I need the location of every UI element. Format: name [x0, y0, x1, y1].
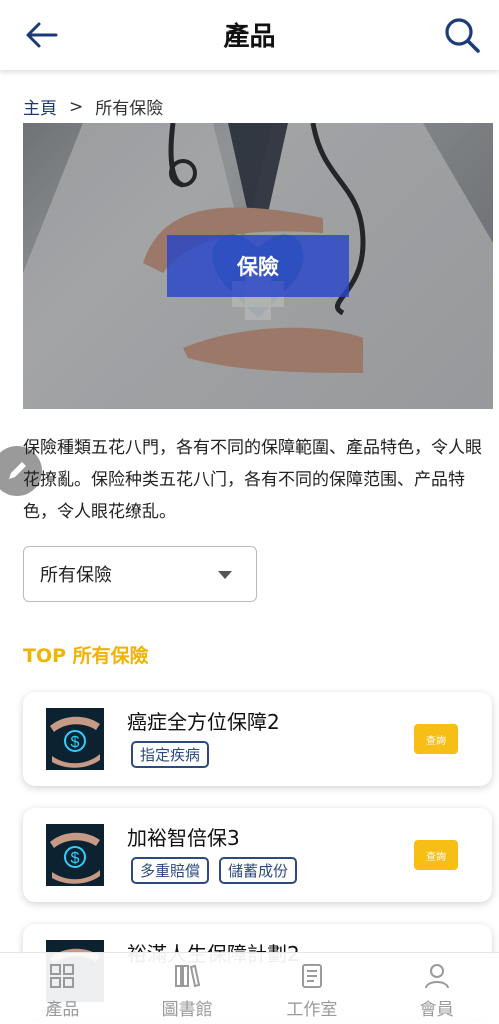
- hero-image: 保險: [23, 123, 493, 409]
- product-title: 癌症全方位保障2: [127, 710, 280, 734]
- search-button[interactable]: [441, 14, 483, 56]
- nav-item-library[interactable]: 圖書館: [125, 953, 250, 1024]
- product-tag: 儲蓄成份: [219, 857, 298, 884]
- dropdown-selected-value: 所有保險: [40, 565, 112, 586]
- nav-label: 工作室: [286, 1000, 338, 1020]
- nav-label: 圖書館: [161, 1000, 213, 1020]
- product-card[interactable]: $ 加裕智倍保3 多重賠償 儲蓄成份 查詢: [23, 808, 492, 902]
- breadcrumb-current: 所有保險: [95, 99, 164, 119]
- nav-label: 產品: [45, 1000, 80, 1020]
- nav-item-workspace[interactable]: 工作室: [250, 953, 375, 1024]
- product-thumbnail: $: [46, 824, 104, 886]
- product-thumbnail: $: [46, 708, 104, 770]
- page-title: 產品: [223, 22, 276, 52]
- search-icon: [445, 18, 480, 53]
- query-button[interactable]: 查詢: [414, 724, 458, 754]
- breadcrumb: 主頁 > 所有保險: [23, 94, 164, 120]
- product-title: 加裕智倍保3: [127, 826, 240, 850]
- product-tags: 指定疾病: [131, 741, 210, 768]
- caret-down-icon: [218, 571, 232, 579]
- product-tag: 多重賠償: [131, 857, 210, 884]
- section-title: TOP 所有保險: [23, 645, 149, 667]
- hero-banner-label: 保險: [167, 235, 349, 297]
- product-tags: 多重賠償 儲蓄成份: [131, 857, 298, 884]
- books-icon: [172, 961, 202, 991]
- product-tag: 指定疾病: [131, 741, 210, 768]
- svg-text:$: $: [71, 850, 80, 867]
- user-icon: [422, 961, 452, 991]
- description-text: 保險種類五花八門，各有不同的保障範圍、產品特色，令人眼花撩亂。保险种类五花八门，…: [23, 438, 482, 522]
- nav-item-member[interactable]: 會員: [374, 953, 499, 1024]
- nav-item-products[interactable]: 產品: [0, 953, 125, 1024]
- grid-icon: [47, 961, 77, 991]
- insurance-filter-dropdown[interactable]: 所有保險: [23, 546, 257, 602]
- svg-text:$: $: [71, 734, 80, 751]
- product-card[interactable]: $ 癌症全方位保障2 指定疾病 查詢: [23, 692, 492, 786]
- nav-label: 會員: [419, 1000, 454, 1020]
- app-header: 產品: [0, 0, 499, 70]
- document-icon: [297, 961, 327, 991]
- bottom-navigation: 產品 圖書館 工作室 會員: [0, 952, 499, 1024]
- query-button[interactable]: 查詢: [414, 840, 458, 870]
- breadcrumb-separator: >: [69, 96, 84, 117]
- breadcrumb-home-link[interactable]: 主頁: [23, 94, 57, 119]
